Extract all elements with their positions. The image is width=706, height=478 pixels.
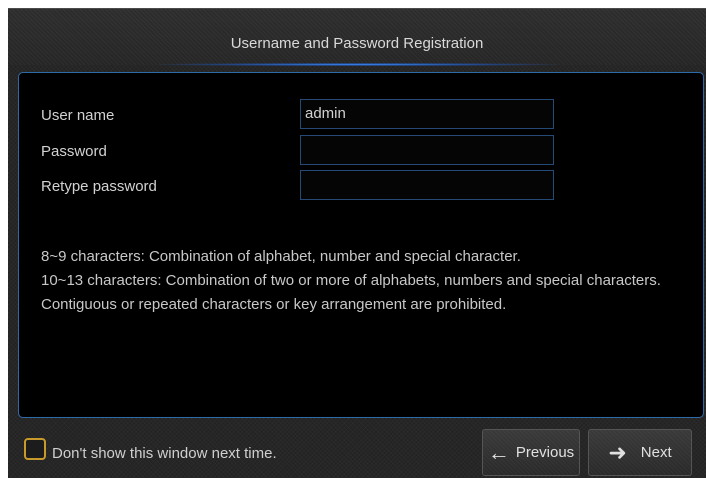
- password-field[interactable]: [300, 135, 554, 165]
- username-label: User name: [41, 107, 115, 124]
- username-field[interactable]: admin: [300, 99, 554, 129]
- password-rules: 8~9 characters: Combination of alphabet,…: [41, 245, 681, 317]
- retype-password-field[interactable]: [300, 170, 554, 200]
- next-button[interactable]: ➜ Next: [588, 429, 692, 476]
- rule-line-3: Contiguous or repeated characters or key…: [41, 296, 507, 313]
- dont-show-label[interactable]: Don't show this window next time.: [52, 445, 277, 462]
- registration-dialog: Username and Password Registration User …: [8, 8, 706, 478]
- dialog-titlebar: Username and Password Registration: [8, 9, 706, 66]
- dont-show-checkbox[interactable]: [24, 438, 46, 460]
- arrow-left-icon: ←: [487, 439, 510, 465]
- retype-password-label: Retype password: [41, 178, 157, 195]
- arrow-right-icon: ➜: [608, 439, 627, 465]
- dialog-title: Username and Password Registration: [230, 35, 484, 52]
- title-glow-divider: [158, 63, 558, 66]
- rule-line-1: 8~9 characters: Combination of alphabet,…: [41, 248, 521, 265]
- next-button-label: Next: [640, 444, 672, 461]
- previous-button[interactable]: ← Previous: [482, 429, 580, 476]
- form-panel: User name admin Password Retype password…: [18, 72, 704, 418]
- previous-button-label: Previous: [515, 444, 575, 461]
- password-label: Password: [41, 143, 107, 160]
- rule-line-2: 10~13 characters: Combination of two or …: [41, 272, 661, 289]
